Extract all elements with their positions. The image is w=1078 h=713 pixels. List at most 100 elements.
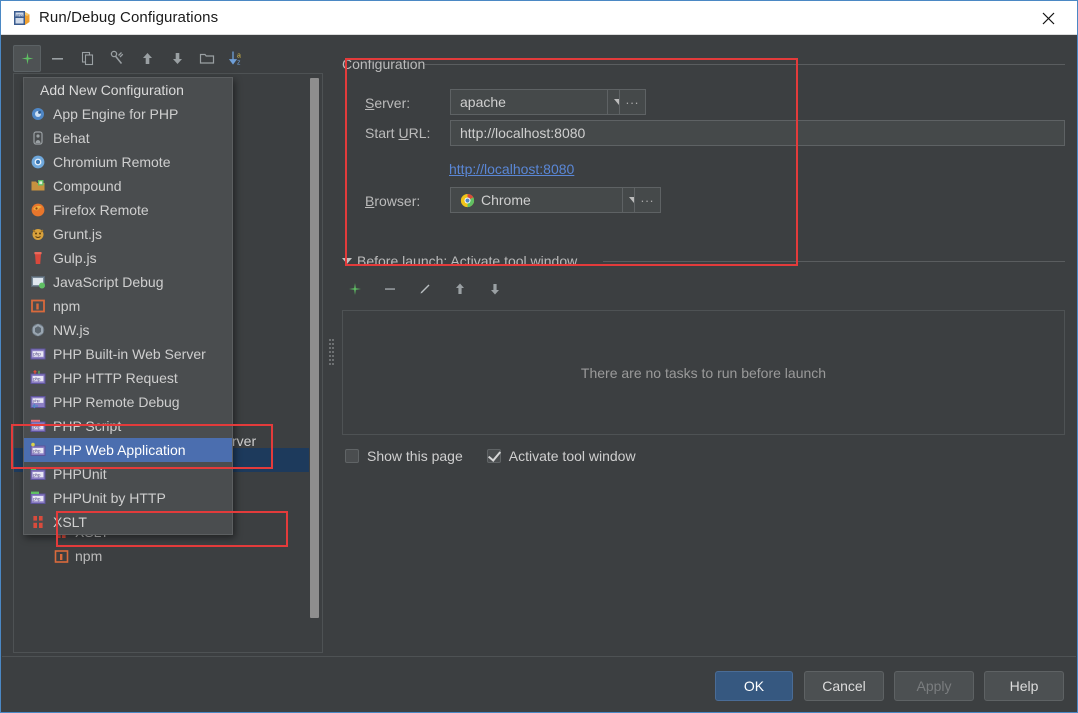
tree-scrollbar-thumb[interactable] [310, 78, 319, 618]
start-url-input[interactable]: http://localhost:8080 [450, 120, 1065, 146]
tree-row-label: npm [75, 548, 103, 564]
apply-button[interactable]: Apply [894, 671, 974, 701]
popup-item-php-web-application[interactable]: php PHP Web Application [24, 438, 232, 462]
php-icon: php [30, 418, 46, 434]
popup-item-php-http-request[interactable]: php PHP HTTP Request [24, 366, 232, 390]
panel-splitter[interactable] [327, 43, 337, 653]
popup-item-label: XSLT [53, 514, 87, 530]
popup-item-php-script[interactable]: php PHP Script [24, 414, 232, 438]
cancel-button[interactable]: Cancel [804, 671, 884, 701]
svg-text:php: php [16, 12, 23, 17]
popup-item-phpunit-by-http[interactable]: php PHPUnit by HTTP [24, 486, 232, 510]
sort-az-icon[interactable]: a z [223, 45, 251, 72]
popup-item-label: PHP HTTP Request [53, 370, 178, 386]
server-browse-button[interactable]: ... [619, 89, 646, 115]
remove-task-button[interactable] [380, 279, 400, 299]
popup-item-nw-js[interactable]: NW.js [24, 318, 232, 342]
chevron-down-icon [342, 258, 352, 264]
behat-icon [30, 130, 46, 146]
start-url-label-pre: Start [365, 125, 399, 141]
before-launch-task-list[interactable]: There are no tasks to run before launch [342, 310, 1065, 435]
remove-configuration-button[interactable] [43, 45, 71, 72]
popup-item-label: PHP Built-in Web Server [53, 346, 206, 362]
help-button[interactable]: Help [984, 671, 1064, 701]
popup-item-compound[interactable]: Compound [24, 174, 232, 198]
folder-icon[interactable] [193, 45, 221, 72]
arrow-down-icon[interactable] [163, 45, 191, 72]
tree-scrollbar[interactable] [309, 76, 320, 646]
start-url-link[interactable]: http://localhost:8080 [449, 161, 574, 177]
before-launch-divider [603, 261, 1065, 262]
popup-item-gulp-js[interactable]: Gulp.js [24, 246, 232, 270]
browser-browse-button[interactable]: ... [634, 187, 661, 213]
popup-item-label: PHP Remote Debug [53, 394, 180, 410]
server-combobox[interactable]: apache [450, 89, 630, 115]
xslt-icon [30, 514, 46, 530]
popup-item-npm[interactable]: npm [24, 294, 232, 318]
nwjs-icon [30, 322, 46, 338]
svg-text:php: php [33, 376, 41, 381]
arrow-up-icon[interactable] [133, 45, 161, 72]
footer-divider [2, 656, 1076, 657]
popup-item-php-remote-debug[interactable]: php PHP Remote Debug [24, 390, 232, 414]
close-icon[interactable] [1025, 3, 1071, 33]
copy-icon[interactable] [73, 45, 101, 72]
task-move-down-button[interactable] [485, 279, 505, 299]
jsdebug-icon [30, 274, 46, 290]
grunt-icon [30, 226, 46, 242]
pencil-icon[interactable] [415, 279, 435, 299]
popup-item-chromium-remote[interactable]: Chromium Remote [24, 150, 232, 174]
splitter-grip-icon [329, 339, 335, 367]
popup-item-javascript-debug[interactable]: JavaScript Debug [24, 270, 232, 294]
npm-icon [54, 549, 69, 564]
chrome-icon [460, 193, 475, 208]
popup-item-app-engine-for-php[interactable]: App Engine for PHP [24, 102, 232, 126]
popup-item-label: PHP Web Application [53, 442, 186, 458]
svg-text:a: a [237, 53, 241, 60]
popup-item-label: PHPUnit [53, 466, 107, 482]
popup-item-label: PHPUnit by HTTP [53, 490, 166, 506]
popup-item-grunt-js[interactable]: Grunt.js [24, 222, 232, 246]
popup-item-label: Grunt.js [53, 226, 103, 242]
wrench-icon[interactable] [103, 45, 131, 72]
php-icon: php [30, 346, 46, 362]
popup-item-xslt[interactable]: XSLT [24, 510, 232, 534]
php-storm-icon: php [14, 10, 31, 27]
compound-icon [30, 178, 46, 194]
start-url-value: http://localhost:8080 [460, 125, 586, 141]
popup-item-label: JavaScript Debug [53, 274, 164, 290]
configuration-editor-panel: Configuration Server: apache ... Start U… [337, 43, 1071, 653]
ok-button[interactable]: OK [715, 671, 793, 701]
browser-combobox[interactable]: Chrome [450, 187, 645, 213]
show-this-page-label: Show this page [367, 448, 463, 464]
before-launch-title: Before launch: Activate tool window [357, 253, 578, 269]
browser-combobox-value-wrap: Chrome [451, 192, 622, 208]
tree-row[interactable]: npm [14, 544, 310, 568]
before-launch-header[interactable]: Before launch: Activate tool window [342, 253, 577, 269]
phpunit-icon: php [30, 490, 46, 506]
svg-text:php: php [33, 424, 41, 429]
show-this-page-checkbox[interactable] [345, 449, 359, 463]
activate-tool-window-checkbox[interactable] [486, 449, 501, 463]
run-debug-configurations-dialog: php Run/Debug Configurations a z npm rve… [0, 0, 1078, 713]
popup-item-label: Behat [53, 130, 90, 146]
configuration-group-title: Configuration [342, 56, 426, 72]
add-new-configuration-popup: Add New Configuration App Engine for PHP… [23, 77, 233, 535]
php-icon: php [30, 369, 46, 386]
firefox-icon [30, 202, 46, 218]
phpunit-icon: php [30, 466, 46, 482]
appengine-icon [30, 106, 46, 122]
task-move-up-button[interactable] [450, 279, 470, 299]
title-bar: php Run/Debug Configurations [1, 1, 1077, 35]
server-label: Server: [365, 95, 411, 111]
window-title: Run/Debug Configurations [39, 9, 219, 26]
tree-row-partial-label: rver [232, 433, 257, 449]
popup-item-php-built-in-web-server[interactable]: php PHP Built-in Web Server [24, 342, 232, 366]
popup-item-behat[interactable]: Behat [24, 126, 232, 150]
add-configuration-button[interactable] [13, 44, 41, 72]
popup-header: Add New Configuration [24, 78, 232, 102]
popup-item-firefox-remote[interactable]: Firefox Remote [24, 198, 232, 222]
add-task-button[interactable] [345, 279, 365, 299]
server-combobox-value: apache [460, 94, 506, 110]
popup-item-phpunit[interactable]: php PHPUnit [24, 462, 232, 486]
